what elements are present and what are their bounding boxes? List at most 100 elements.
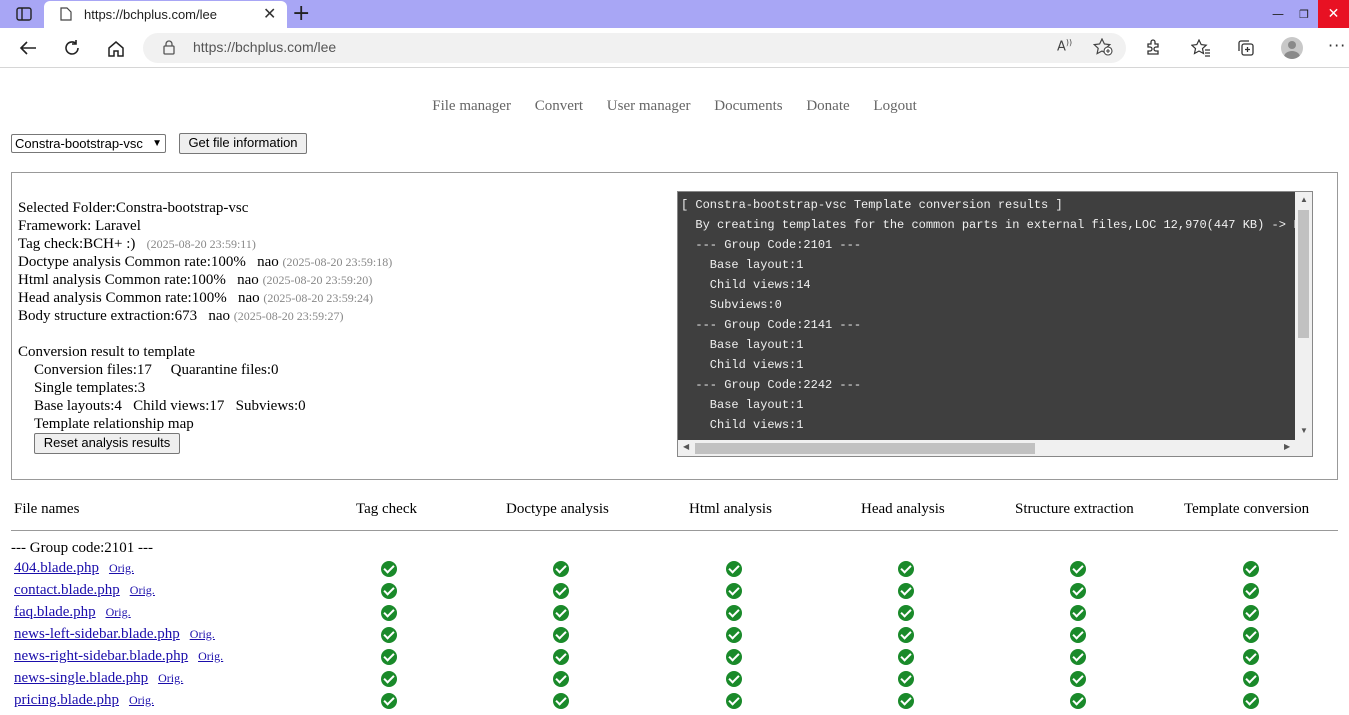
check-circle-icon [1070, 605, 1086, 621]
check-circle-icon [898, 649, 914, 665]
read-aloud-icon[interactable]: A)) [1057, 38, 1072, 54]
table-row: contact.blade.php Orig. [0, 582, 1349, 604]
single-templates: Single templates:3 [34, 380, 146, 396]
header-structure-extraction: Structure extraction [1015, 501, 1134, 517]
lock-icon[interactable] [163, 40, 175, 60]
check-circle-icon [898, 561, 914, 577]
favorites-icon[interactable] [1189, 36, 1213, 60]
orig-link[interactable]: Orig. [109, 561, 134, 575]
check-circle-icon [898, 605, 914, 621]
scroll-down-icon[interactable]: ▼ [1300, 426, 1308, 435]
folder-select[interactable]: Constra-bootstrap-vsc ▼ [11, 134, 166, 153]
doctype-line: Doctype analysis Common rate:100% nao (2… [18, 254, 393, 270]
table-row: news-single.blade.php Orig. [0, 670, 1349, 692]
file-link[interactable]: news-single.blade.php Orig. [14, 670, 183, 687]
check-circle-icon [726, 693, 742, 709]
tab-title: https://bchplus.com/lee [84, 7, 217, 22]
extensions-icon[interactable] [1141, 36, 1165, 60]
file-link[interactable]: news-left-sidebar.blade.php Orig. [14, 626, 215, 643]
orig-link[interactable]: Orig. [158, 671, 183, 685]
body-line: Body structure extraction:673 nao (2025-… [18, 308, 344, 324]
tab-actions-icon[interactable] [8, 3, 40, 25]
nav-convert[interactable]: Convert [535, 98, 583, 114]
new-tab-button[interactable]: + [292, 1, 310, 26]
table-row: news-left-sidebar.blade.php Orig. [0, 626, 1349, 648]
profile-avatar[interactable] [1281, 37, 1303, 59]
table-row: pricing.blade.php Orig. [0, 692, 1349, 714]
check-circle-icon [1243, 693, 1259, 709]
check-circle-icon [381, 671, 397, 687]
console-text: [ Constra-bootstrap-vsc Template convers… [681, 198, 1296, 432]
nav-file-manager[interactable]: File manager [432, 98, 511, 114]
active-tab[interactable]: https://bchplus.com/lee ✕ [44, 1, 287, 28]
head-line: Head analysis Common rate:100% nao (2025… [18, 290, 374, 306]
orig-link[interactable]: Orig. [198, 649, 223, 663]
header-doctype-analysis: Doctype analysis [506, 501, 609, 517]
nav-documents[interactable]: Documents [714, 98, 782, 114]
header-file-names: File names [14, 501, 80, 517]
file-link[interactable]: faq.blade.php Orig. [14, 604, 131, 621]
collections-icon[interactable] [1234, 36, 1258, 60]
resize-handle-icon[interactable] [1297, 440, 1312, 456]
file-link[interactable]: pricing.blade.php Orig. [14, 692, 154, 709]
vertical-scroll-thumb[interactable] [1298, 210, 1309, 338]
add-favorite-icon[interactable] [1092, 37, 1113, 61]
check-circle-icon [1243, 627, 1259, 643]
conversion-files-line: Conversion files:17 Quarantine files:0 [34, 362, 279, 378]
check-circle-icon [1070, 583, 1086, 599]
html-line: Html analysis Common rate:100% nao (2025… [18, 272, 373, 288]
get-file-information-button[interactable]: Get file information [179, 133, 307, 154]
check-circle-icon [553, 671, 569, 687]
address-bar[interactable]: https://bchplus.com/lee A)) [143, 33, 1126, 63]
header-template-conversion: Template conversion [1184, 501, 1310, 517]
table-row: faq.blade.php Orig. [0, 604, 1349, 626]
chevron-down-icon: ▼ [152, 138, 162, 149]
orig-link[interactable]: Orig. [130, 583, 155, 597]
table-row: 404.blade.php Orig. [0, 560, 1349, 582]
header-tag-check: Tag check [356, 501, 417, 517]
close-tab-icon[interactable]: ✕ [263, 4, 276, 24]
check-circle-icon [1243, 671, 1259, 687]
check-circle-icon [553, 605, 569, 621]
check-circle-icon [1070, 649, 1086, 665]
orig-link[interactable]: Orig. [129, 693, 154, 707]
file-link[interactable]: news-right-sidebar.blade.php Orig. [14, 648, 223, 665]
nav-user-manager[interactable]: User manager [607, 98, 691, 114]
scroll-left-icon[interactable]: ◀ [683, 442, 689, 451]
horizontal-scrollbar[interactable]: ◀ ▶ [678, 440, 1297, 456]
more-options-icon[interactable]: ··· [1328, 36, 1346, 55]
check-circle-icon [1070, 627, 1086, 643]
reset-analysis-button[interactable]: Reset analysis results [34, 433, 180, 454]
refresh-icon[interactable] [59, 36, 85, 60]
check-circle-icon [898, 583, 914, 599]
check-circle-icon [726, 671, 742, 687]
back-icon[interactable] [15, 36, 41, 60]
table-row: news-right-sidebar.blade.php Orig. [0, 648, 1349, 670]
check-circle-icon [381, 561, 397, 577]
orig-link[interactable]: Orig. [190, 627, 215, 641]
check-circle-icon [726, 627, 742, 643]
check-circle-icon [381, 605, 397, 621]
orig-link[interactable]: Orig. [106, 605, 131, 619]
check-circle-icon [726, 605, 742, 621]
tab-bar: https://bchplus.com/lee ✕ + — ❐ ✕ [0, 0, 1349, 28]
home-icon[interactable] [103, 36, 129, 60]
file-link[interactable]: contact.blade.php Orig. [14, 582, 155, 599]
template-relationship-map-link[interactable]: Template relationship map [18, 415, 392, 433]
url-text[interactable]: https://bchplus.com/lee [193, 39, 336, 55]
check-circle-icon [553, 693, 569, 709]
window-close-icon[interactable]: ✕ [1318, 0, 1349, 28]
nav-logout[interactable]: Logout [873, 98, 916, 114]
nav-donate[interactable]: Donate [806, 98, 849, 114]
minimize-icon[interactable]: — [1264, 0, 1292, 28]
address-toolbar: https://bchplus.com/lee A)) ··· [0, 28, 1349, 68]
check-circle-icon [1243, 605, 1259, 621]
horizontal-scroll-thumb[interactable] [695, 443, 1035, 454]
vertical-scrollbar[interactable]: ▲ ▼ [1295, 192, 1312, 440]
header-html-analysis: Html analysis [689, 501, 772, 517]
scroll-right-icon[interactable]: ▶ [1284, 442, 1290, 451]
file-link[interactable]: 404.blade.php Orig. [14, 560, 134, 577]
conversion-results-console[interactable]: [ Constra-bootstrap-vsc Template convers… [677, 191, 1313, 457]
scroll-up-icon[interactable]: ▲ [1300, 195, 1308, 204]
restore-icon[interactable]: ❐ [1290, 0, 1318, 28]
